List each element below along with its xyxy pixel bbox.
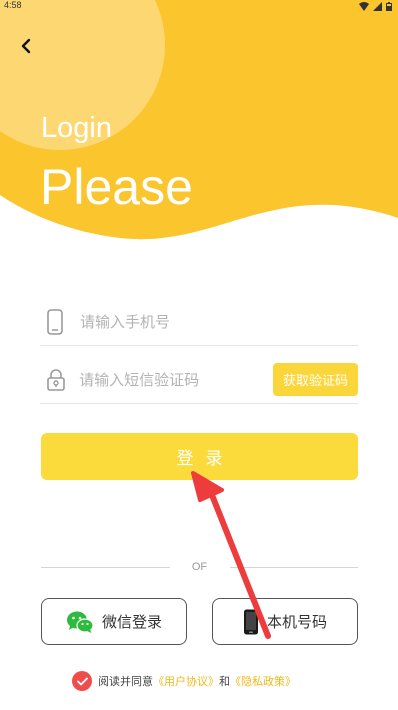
status-time: 4:58: [4, 0, 22, 10]
code-field-row: 获取验证码: [40, 356, 358, 404]
divider-label: OF: [191, 561, 208, 573]
get-code-button[interactable]: 获取验证码: [273, 363, 358, 396]
phone-number-login-label: 本机号码: [266, 613, 327, 631]
privacy-policy-link[interactable]: 《隐私政策》: [230, 673, 296, 689]
signal-icon: [373, 2, 382, 11]
divider-line-left: [41, 566, 170, 568]
user-agreement-link[interactable]: 《用户协议》: [153, 673, 219, 689]
agreement-checkbox[interactable]: [72, 671, 92, 691]
phone-input[interactable]: [72, 298, 358, 345]
battery-icon: [386, 2, 392, 11]
please-heading: Please: [40, 159, 193, 215]
sms-code-input[interactable]: [71, 356, 274, 403]
wechat-icon: [66, 611, 94, 633]
check-icon: [76, 677, 88, 685]
smartphone-icon: [243, 609, 258, 634]
back-button[interactable]: [12, 32, 40, 60]
wifi-icon: [359, 2, 369, 11]
agreement-row: 阅读并同意 《用户协议》 和 《隐私政策》: [72, 671, 296, 691]
chevron-left-icon: [21, 38, 31, 54]
agreement-prefix: 阅读并同意: [98, 675, 153, 688]
wechat-login-button[interactable]: 微信登录: [41, 598, 187, 645]
phone-number-login-button[interactable]: 本机号码: [212, 598, 358, 645]
divider: OF: [41, 558, 358, 576]
phone-field-row: [40, 298, 358, 346]
lock-icon: [40, 368, 71, 391]
divider-line-right: [229, 566, 358, 568]
login-button[interactable]: 登录: [41, 433, 358, 480]
status-icons: [359, 2, 392, 11]
wechat-login-label: 微信登录: [101, 613, 162, 631]
login-heading: Login: [41, 112, 112, 144]
agreement-and: 和: [219, 675, 230, 688]
status-bar: 4:58: [0, 0, 398, 14]
mobile-phone-icon: [40, 308, 72, 335]
